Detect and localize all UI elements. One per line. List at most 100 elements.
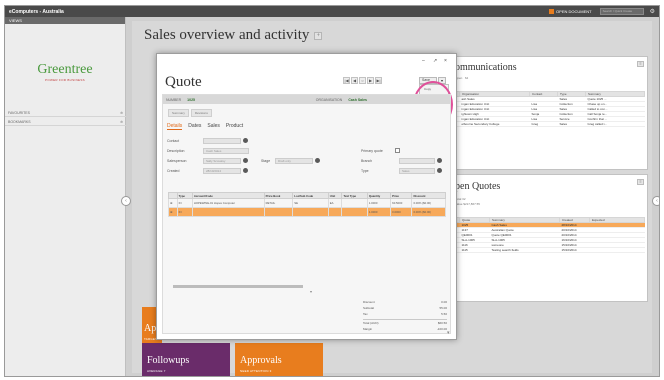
sidebar-item-label: BOOKMARKS — [8, 120, 31, 124]
primary-quote-label: Primary quote — [361, 149, 383, 153]
description-label: Description — [167, 149, 185, 153]
type-select[interactable]: Sales — [399, 168, 435, 174]
type-label: Type — [361, 169, 369, 173]
table-cell: IN — [176, 207, 193, 217]
lookup-icon[interactable] — [437, 158, 442, 163]
last-record-button[interactable]: ▶| — [375, 77, 382, 84]
dropdown-icon[interactable] — [315, 158, 320, 163]
table-cell: RETAIL — [263, 198, 294, 208]
created-date-field[interactable]: 28/10/2014 — [203, 168, 241, 174]
table-cell — [191, 207, 265, 217]
branch-field[interactable] — [399, 158, 435, 164]
app-window: eComputers - Australia OPEN DOCUMENT Sea… — [4, 5, 660, 377]
lookup-icon[interactable] — [243, 158, 248, 163]
totals-label: Tax — [363, 312, 368, 316]
salesperson-field[interactable]: Sally Scovalsy — [203, 158, 241, 164]
sidebar: VIEWS Greentree POWER FOR BUSINESS FAVOU… — [5, 17, 126, 376]
calendar-icon[interactable] — [243, 168, 248, 173]
tile-title: Approvals — [240, 355, 282, 366]
table-cell — [263, 207, 294, 217]
quote-title: Quote — [165, 74, 202, 90]
previous-record-button[interactable]: ◀ — [351, 77, 358, 84]
logo-wordmark: Greentree — [37, 62, 93, 77]
table-cell: 0.0000 — [390, 207, 413, 217]
resize-corner-icon[interactable]: ▾ — [447, 330, 450, 336]
document-icon — [549, 9, 555, 14]
primary-quote-checkbox[interactable] — [395, 148, 400, 153]
quote-lines-table: Type Account/Code Price Book Loc/Sub Code Un… — [168, 192, 446, 217]
tab-revisions[interactable]: Revisions — [190, 109, 212, 117]
tab-sales[interactable]: Sales — [207, 123, 220, 130]
table-cell: 0.00% ($0.00) — [411, 207, 446, 217]
tab-product[interactable]: Product — [226, 123, 243, 130]
lookup-icon[interactable] — [243, 138, 248, 143]
first-record-button[interactable]: |◀ — [343, 77, 350, 84]
table-cell — [292, 207, 329, 217]
table-row[interactable]: ⊕ IN 1.0000 0.0000 0.00% ($0.00) — [168, 207, 446, 217]
add-widget-button[interactable]: + — [314, 31, 323, 40]
page-title: Sales overview and activity + — [144, 27, 323, 44]
page-title-text: Sales overview and activity — [144, 27, 310, 43]
table-cell: 1115 — [459, 247, 490, 253]
header-band: NUMBER 1025 ORGANISATION Cash Sales — [163, 95, 450, 104]
table-cell: elbourne Secondary College — [459, 121, 530, 127]
global-search-input[interactable]: Search / Quick Create — [599, 8, 644, 15]
approvals-tile[interactable]: Approvals NEED ATTENTION 3 — [235, 343, 323, 376]
table-cell — [327, 207, 343, 217]
company-breadcrumb[interactable]: eComputers - Australia — [9, 9, 64, 15]
totals-value: -100.00 — [436, 327, 447, 331]
resize-handle-icon[interactable]: ▾ — [310, 289, 312, 294]
table-cell: ⊕ — [168, 207, 178, 217]
sidebar-item-favourites[interactable]: FAVOURITES ⊕ — [5, 110, 126, 117]
table-cell — [341, 198, 368, 208]
panel-menu-button[interactable]: ≡ — [637, 61, 644, 67]
dropdown-icon[interactable] — [437, 168, 442, 173]
contact-field[interactable] — [203, 138, 241, 144]
minimize-icon[interactable]: – — [422, 58, 425, 64]
stage-select[interactable]: Draft only — [275, 158, 313, 164]
panel-menu-button[interactable]: ≡ — [637, 179, 644, 185]
settings-icon[interactable]: ⚙ — [650, 8, 655, 15]
expand-icon[interactable]: ↗ — [433, 58, 437, 64]
subtabs: Summary Revisions — [168, 109, 212, 117]
contact-label: Contact — [167, 139, 180, 143]
expand-icon: ⊕ — [120, 111, 123, 115]
table-cell: 15/10/2014 — [559, 247, 590, 253]
open-quotes-title: pen Quotes — [455, 181, 501, 192]
tab-summary[interactable]: Summary — [168, 109, 189, 117]
description-field[interactable]: Cash Sales — [203, 148, 249, 154]
quote-number: 1025 — [187, 97, 195, 102]
table-row[interactable]: 1115 Testing search fields 15/10/2014 — [453, 247, 645, 253]
tile-title: Ap — [144, 323, 157, 334]
horizontal-scrollbar[interactable] — [173, 285, 303, 288]
table-cell: Greg — [529, 121, 558, 127]
tab-details[interactable]: Details — [167, 123, 183, 130]
number-label: NUMBER — [166, 97, 182, 102]
open-documents-button[interactable]: OPEN DOCUMENT — [549, 9, 592, 14]
created-label: Created — [167, 169, 180, 173]
salesperson-label: Salesperson — [167, 159, 187, 163]
totals-divider — [363, 319, 447, 320]
quote-form: NUMBER 1025 ORGANISATION Cash Sales Summ… — [162, 94, 451, 334]
refresh-button[interactable]: ○ — [359, 77, 366, 84]
close-icon[interactable]: × — [444, 58, 447, 64]
table-cell: HOPEWINE-01 Hopes Computer — [191, 198, 265, 208]
tab-dates[interactable]: Dates — [188, 123, 201, 130]
table-cell: 1.0000 — [366, 198, 392, 208]
table-row[interactable]: elbourne Secondary College Greg Sales Greg … — [453, 121, 645, 127]
table-cell: SE — [292, 198, 329, 208]
followups-tile[interactable]: Followups AVERAGE 7 — [142, 343, 230, 376]
collapse-sidebar-handle[interactable]: ‹ — [121, 196, 131, 206]
top-bar: eComputers - Australia OPEN DOCUMENT Sea… — [5, 6, 659, 17]
next-record-button[interactable]: ▶ — [367, 77, 374, 84]
sidebar-item-label: FAVOURITES — [8, 111, 30, 115]
table-cell — [589, 247, 645, 253]
expand-right-handle[interactable]: ‹ — [652, 196, 659, 206]
record-navigator: |◀ ◀ ○ ▶ ▶| — [343, 77, 382, 84]
table-cell — [341, 207, 368, 217]
table-row[interactable]: ⊕ IN HOPEWINE-01 Hopes Computer RETAIL SE EA 1… — [168, 198, 446, 208]
sidebar-item-bookmarks[interactable]: BOOKMARKS ⊕ — [5, 119, 126, 126]
expand-icon: ⊕ — [120, 120, 123, 124]
table-cell: IN — [176, 198, 193, 208]
table-cell: 1.0000 — [366, 207, 392, 217]
